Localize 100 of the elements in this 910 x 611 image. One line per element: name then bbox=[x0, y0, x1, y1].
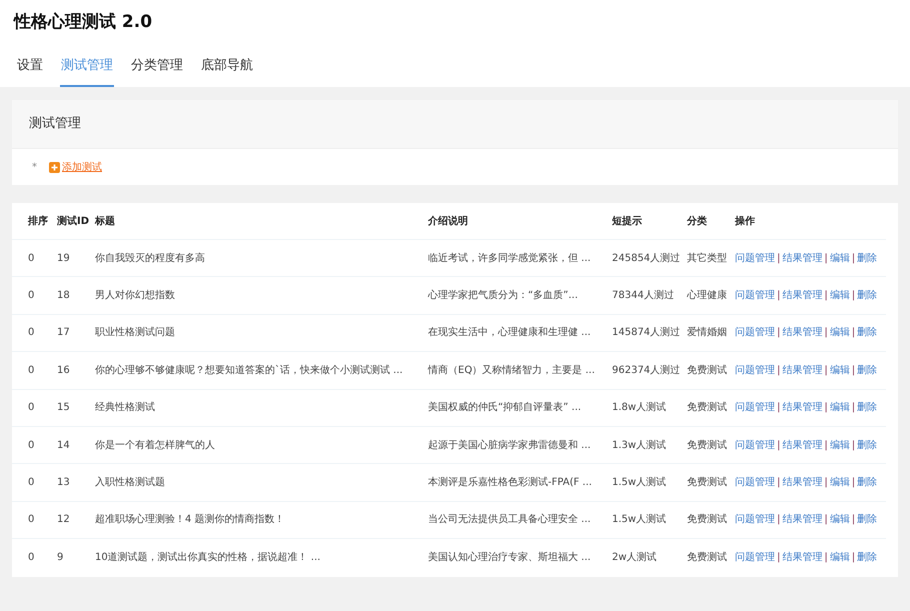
table-cell-text: 入职性格测试题 bbox=[95, 476, 166, 490]
separator: | bbox=[777, 326, 780, 340]
action-link[interactable]: 编辑 bbox=[830, 475, 850, 490]
separator: | bbox=[824, 401, 828, 416]
action-link[interactable]: 编辑 bbox=[830, 438, 850, 453]
separator: | bbox=[852, 551, 856, 566]
table-cell-text: 免费测试 bbox=[687, 438, 728, 453]
table-cell-text: 0 bbox=[28, 326, 36, 340]
table-cell-text: 0 bbox=[28, 401, 36, 416]
column-header: 标题 bbox=[95, 214, 116, 228]
table-cell-text: 17 bbox=[57, 326, 71, 340]
action-link[interactable]: 编辑 bbox=[830, 325, 850, 340]
tab[interactable]: 测试管理 bbox=[60, 56, 114, 87]
separator: | bbox=[824, 513, 828, 528]
column-header: 短提示 bbox=[612, 214, 643, 228]
table-cell-text: 245854人测过 bbox=[612, 252, 682, 266]
action-link[interactable]: 删除 bbox=[857, 438, 878, 453]
separator: | bbox=[852, 364, 856, 378]
table-cell-text: 超准职场心理测验！4 题测你的情商指数！ bbox=[95, 512, 286, 528]
action-link[interactable]: 问题管理 bbox=[735, 362, 775, 378]
table-cell-text: 你是一个有着怎样脾气的人 bbox=[95, 438, 216, 453]
action-link[interactable]: 删除 bbox=[857, 288, 878, 304]
separator: | bbox=[824, 252, 828, 266]
action-link[interactable]: 删除 bbox=[857, 362, 878, 378]
column-header: 操作 bbox=[735, 214, 756, 228]
table-cell-text: 1.8w人测试 bbox=[612, 400, 668, 416]
separator: | bbox=[824, 289, 828, 304]
action-link[interactable]: 删除 bbox=[857, 512, 878, 528]
action-link[interactable]: 问题管理 bbox=[735, 512, 775, 528]
separator: | bbox=[852, 326, 856, 340]
table-cell-text: 心理健康 bbox=[687, 288, 728, 304]
table-cell-text: 16 bbox=[57, 364, 71, 378]
action-link[interactable]: 问题管理 bbox=[735, 250, 775, 266]
action-link[interactable]: 编辑 bbox=[830, 250, 850, 266]
table-cell-text: 14 bbox=[57, 438, 71, 453]
table-cell-text: 13 bbox=[57, 476, 71, 490]
separator: | bbox=[777, 438, 780, 453]
table-cell-text: 免费测试 bbox=[687, 400, 728, 416]
column-header: 分类 bbox=[687, 214, 708, 228]
table-cell-text: 78344人测过 bbox=[612, 288, 675, 304]
tab[interactable]: 设置 bbox=[16, 56, 44, 87]
action-link[interactable]: 结果管理 bbox=[782, 438, 822, 453]
action-link[interactable]: 问题管理 bbox=[735, 288, 775, 304]
separator: | bbox=[777, 401, 780, 416]
action-link[interactable]: 结果管理 bbox=[782, 362, 822, 378]
table-cell-text: 美国认知心理治疗专家、斯坦福大 ... bbox=[428, 550, 592, 566]
table-cell-text: 145874人测过 bbox=[612, 326, 682, 340]
separator: | bbox=[852, 401, 856, 416]
table-cell-text: 心理学家把气质分为：“多血质”... bbox=[428, 288, 579, 304]
table-cell-text: 0 bbox=[28, 364, 36, 378]
action-link[interactable]: 编辑 bbox=[830, 550, 850, 566]
column-header: 排序 bbox=[28, 214, 49, 228]
action-link[interactable]: 编辑 bbox=[830, 512, 850, 528]
action-link[interactable]: 结果管理 bbox=[782, 400, 822, 416]
table-cell-text: 免费测试 bbox=[687, 364, 728, 378]
action-link[interactable]: 问题管理 bbox=[735, 325, 775, 340]
table-cell-text: 当公司无法提供员工具备心理安全 ... bbox=[428, 512, 592, 528]
table-cell-text: 本测评是乐嘉性格色彩测试-FPA(F ... bbox=[428, 476, 593, 490]
action-link[interactable]: 结果管理 bbox=[782, 550, 822, 566]
action-link[interactable]: 删除 bbox=[857, 475, 878, 490]
separator: | bbox=[824, 438, 828, 453]
column-header: 测试ID bbox=[57, 214, 90, 228]
table-cell-text: 9 bbox=[57, 551, 64, 566]
action-link[interactable]: 结果管理 bbox=[782, 288, 822, 304]
table-cell-text: 10道测试题，测试出你真实的性格，据说超准！ ... bbox=[95, 550, 322, 566]
table-cell-text: 0 bbox=[28, 513, 36, 528]
action-link[interactable]: 问题管理 bbox=[735, 550, 775, 566]
action-link[interactable]: 删除 bbox=[857, 400, 878, 416]
action-link[interactable]: 问题管理 bbox=[735, 438, 775, 453]
table-cell-text: 962374人测过 bbox=[612, 364, 682, 378]
action-link[interactable]: 结果管理 bbox=[782, 475, 822, 490]
separator: | bbox=[824, 364, 828, 378]
action-link[interactable]: 编辑 bbox=[830, 400, 850, 416]
tab[interactable]: 底部导航 bbox=[200, 56, 254, 87]
separator: | bbox=[852, 438, 856, 453]
tab[interactable]: 分类管理 bbox=[130, 56, 184, 87]
separator: | bbox=[824, 551, 828, 566]
action-link[interactable]: 删除 bbox=[857, 325, 878, 340]
table-cell-text: 0 bbox=[28, 289, 36, 304]
add-test-link[interactable]: 添加测试 bbox=[62, 160, 102, 174]
table-cell-text: 0 bbox=[28, 476, 36, 490]
action-link[interactable]: 问题管理 bbox=[735, 400, 775, 416]
table-cell-text: 免费测试 bbox=[687, 476, 728, 490]
action-link[interactable]: 编辑 bbox=[830, 288, 850, 304]
separator: | bbox=[824, 476, 828, 490]
action-link[interactable]: 结果管理 bbox=[782, 250, 822, 266]
action-link[interactable]: 结果管理 bbox=[782, 512, 822, 528]
table-cell-text: 爱情婚姻 bbox=[687, 326, 728, 340]
table-cell-text: 美国权威的仲氏“抑郁自评量表” ... bbox=[428, 400, 582, 416]
action-link[interactable]: 结果管理 bbox=[782, 325, 822, 340]
table-cell-text: 0 bbox=[28, 551, 36, 566]
table-cell-text: 在现实生活中，心理健康和生理健 ... bbox=[428, 326, 592, 340]
table-cell-text: 18 bbox=[57, 289, 71, 304]
separator: | bbox=[777, 252, 780, 266]
action-link[interactable]: 删除 bbox=[857, 250, 878, 266]
action-link[interactable]: 编辑 bbox=[830, 362, 850, 378]
action-link[interactable]: 问题管理 bbox=[735, 475, 775, 490]
action-link[interactable]: 删除 bbox=[857, 550, 878, 566]
separator: | bbox=[852, 476, 856, 490]
table-cell-text: 15 bbox=[57, 401, 71, 416]
